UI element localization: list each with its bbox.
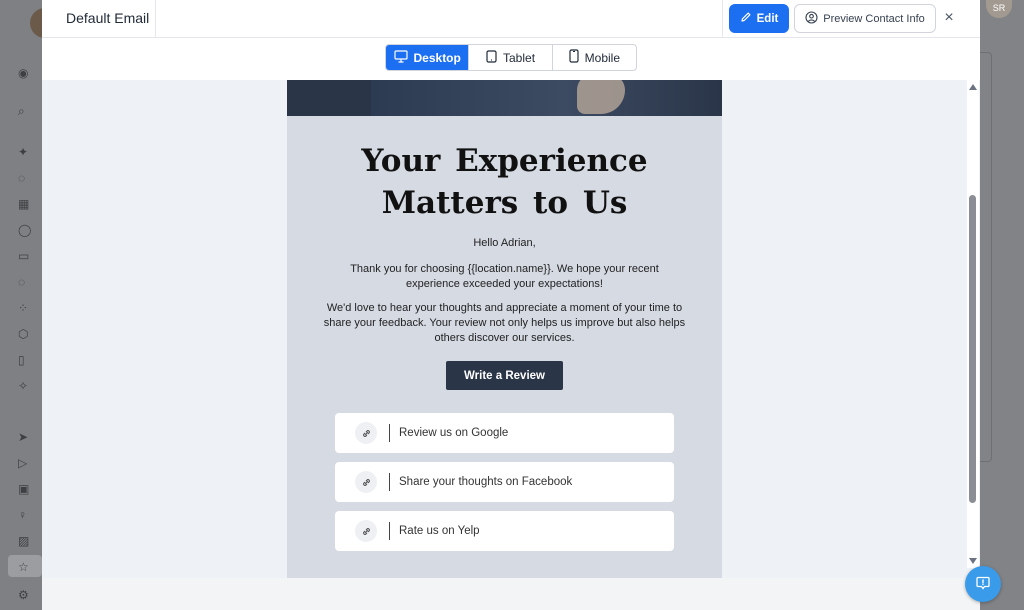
background-nav-icon: ▯	[18, 353, 25, 367]
device-toolbar: Desktop Tablet Mobile	[42, 38, 980, 80]
feedback-icon	[975, 575, 991, 594]
background-star-icon: ☆	[18, 560, 29, 574]
link-divider	[389, 424, 390, 442]
email-paragraph: We'd love to hear your thoughts and appr…	[323, 302, 686, 344]
link-divider	[389, 473, 390, 491]
email-paragraph: Thank you for choosing {{location.name}}…	[350, 263, 659, 290]
edit-label: Edit	[756, 12, 779, 25]
write-review-button[interactable]: Write a Review	[446, 361, 563, 390]
device-option-mobile[interactable]: Mobile	[553, 45, 636, 70]
scroll-up-arrow-icon[interactable]	[969, 84, 977, 90]
modal-footer	[42, 578, 980, 610]
review-link-facebook[interactable]: Share your thoughts on Facebook	[335, 462, 674, 502]
device-label: Mobile	[584, 50, 621, 65]
preview-scrollbar[interactable]	[967, 80, 979, 568]
background-nav-icon: ◯	[18, 223, 32, 237]
email-body: Your Experience Matters to Us Hello Adri…	[287, 80, 722, 578]
user-circle-icon	[805, 10, 818, 27]
background-nav-icon: ✧	[18, 379, 29, 393]
monitor-icon	[393, 49, 408, 66]
email-greeting: Hello Adrian,	[473, 237, 536, 249]
scrollbar-thumb[interactable]	[969, 195, 976, 503]
link-divider	[389, 522, 390, 540]
background-gear-icon: ⚙	[18, 588, 29, 602]
link-label: Share your thoughts on Facebook	[399, 476, 573, 488]
header-divider	[722, 0, 723, 38]
background-search-icon: ⌕	[18, 104, 25, 118]
preview-contact-label: Preview Contact Info	[823, 12, 925, 25]
background-nav-icon: ⁘	[18, 301, 29, 315]
feedback-button[interactable]	[965, 566, 1001, 602]
review-link-yelp[interactable]: Rate us on Yelp	[335, 511, 674, 551]
device-toggle: Desktop Tablet Mobile	[385, 44, 637, 71]
email-title-line: Matters to Us	[381, 185, 628, 221]
background-nav-icon: ▭	[18, 249, 30, 263]
mobile-icon	[569, 49, 579, 66]
link-label: Rate us on Yelp	[399, 525, 480, 537]
email-preview-area: Your Experience Matters to Us Hello Adri…	[42, 80, 980, 610]
link-icon	[355, 520, 377, 542]
background-nav-icon: ✦	[18, 145, 29, 159]
link-label: Review us on Google	[399, 427, 509, 439]
link-icon	[355, 471, 377, 493]
background-nav-icon: ◌	[18, 275, 26, 289]
background-nav-icon: ▨	[18, 534, 30, 548]
email-title-line: Your Experience	[361, 143, 648, 179]
pencil-icon	[740, 11, 752, 26]
background-nav-icon: ▷	[18, 456, 28, 470]
hero-image-gradient	[371, 80, 722, 116]
email-preview-modal: Default Email Edit Preview Contact Info …	[42, 0, 980, 610]
background-card	[980, 52, 992, 462]
background-nav-icon: ➤	[18, 430, 29, 444]
background-nav-icon: ▣	[18, 482, 30, 496]
background-sidebar: ◉ ⌕ ✦ ◌ ▦ ◯ ▭ ◌ ⁘ ⬡ ▯ ✧ ➤ ▷ ▣ ♀ ▨ ☆ ⚙	[0, 0, 42, 610]
background-nav-icon: ◌	[18, 171, 26, 185]
background-nav-icon: ♀	[18, 508, 27, 522]
hero-image	[287, 80, 722, 116]
modal-header: Default Email Edit Preview Contact Info …	[42, 0, 980, 38]
edit-button[interactable]: Edit	[729, 4, 789, 33]
email-title: Your Experience Matters to Us	[287, 140, 722, 224]
link-icon	[355, 422, 377, 444]
tablet-icon	[486, 49, 497, 66]
device-label: Desktop	[413, 50, 461, 65]
background-nav-icon: ⬡	[18, 327, 29, 341]
background-nav-icon: ◉	[18, 66, 29, 80]
device-option-tablet[interactable]: Tablet	[469, 45, 553, 70]
device-label: Tablet	[503, 50, 536, 65]
modal-title: Default Email	[66, 10, 150, 26]
preview-contact-button[interactable]: Preview Contact Info	[794, 4, 936, 33]
device-option-desktop[interactable]: Desktop	[386, 45, 470, 70]
review-link-google[interactable]: Review us on Google	[335, 413, 674, 453]
scroll-down-arrow-icon[interactable]	[969, 558, 977, 564]
header-divider	[155, 0, 156, 38]
close-icon[interactable]: ×	[940, 8, 958, 28]
background-nav-icon: ▦	[18, 197, 30, 211]
